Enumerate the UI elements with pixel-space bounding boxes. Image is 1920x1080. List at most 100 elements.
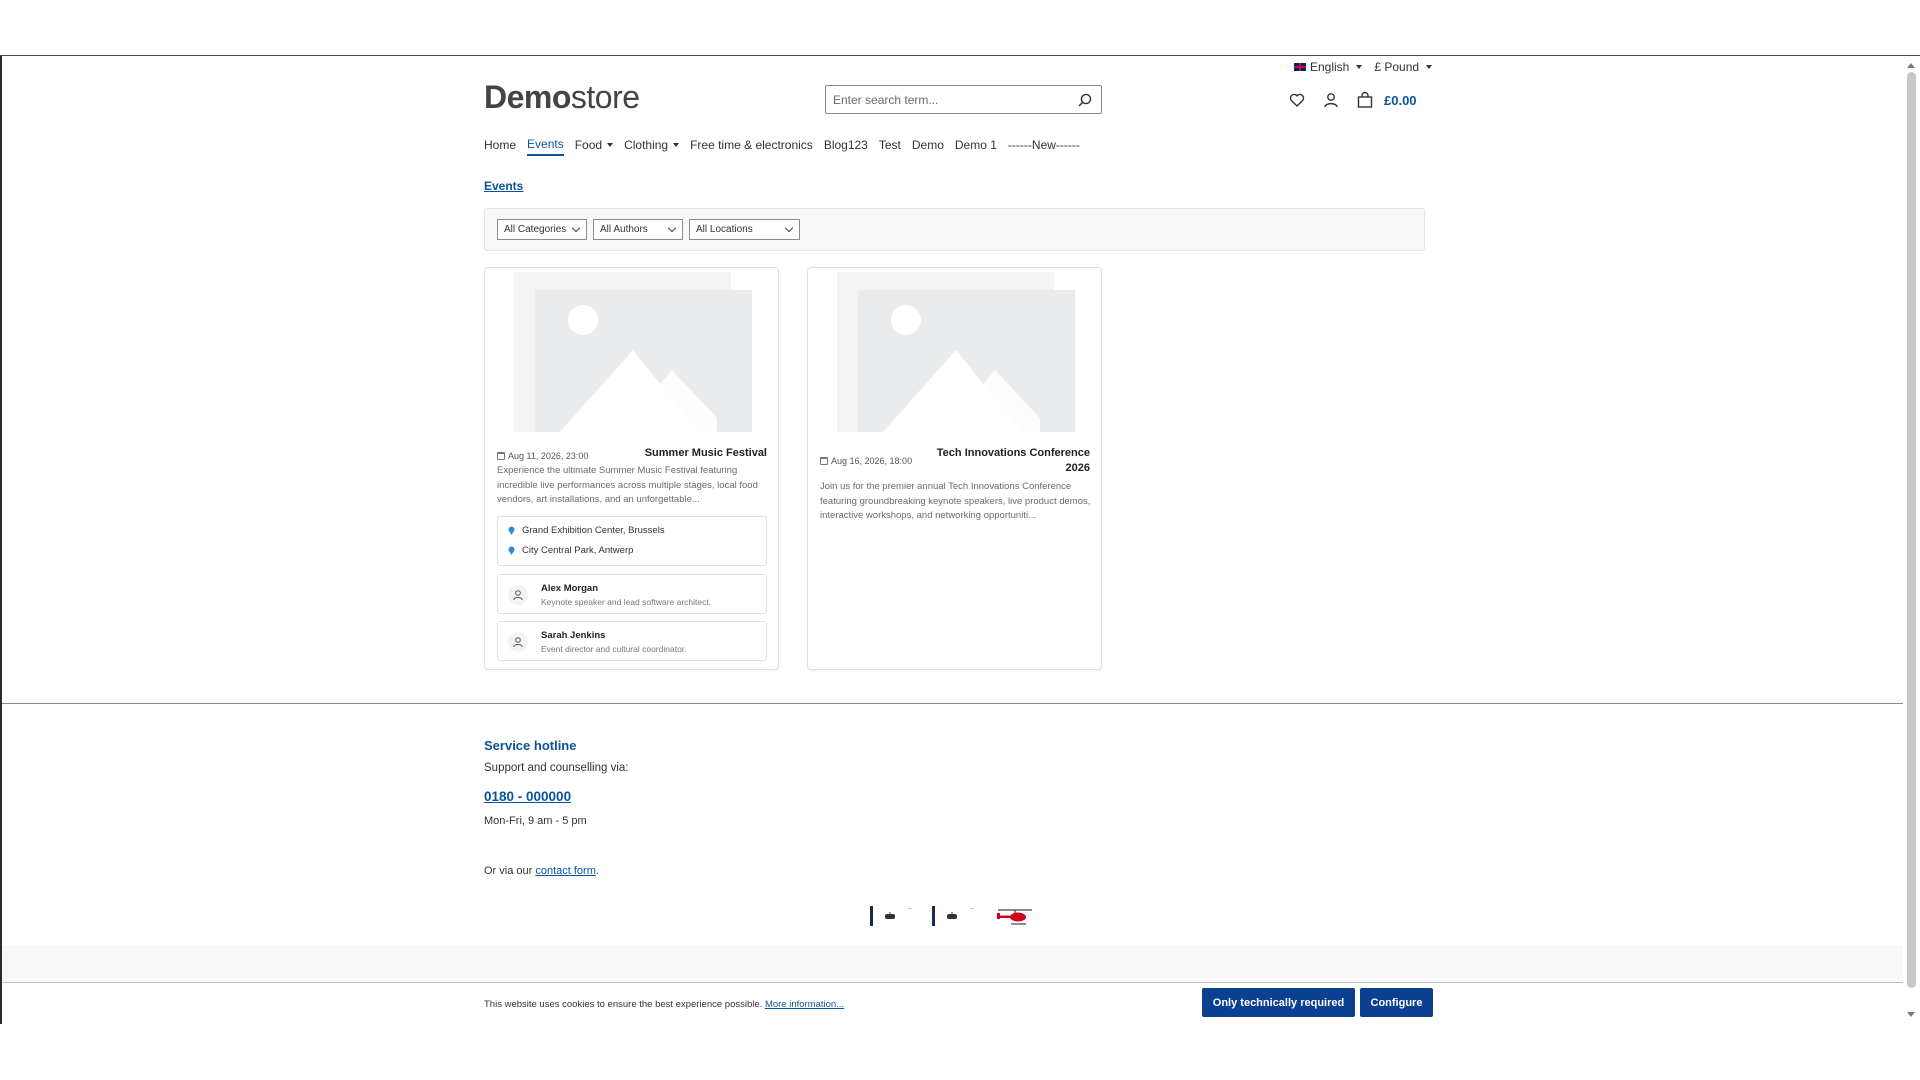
nav-item-test[interactable]: Test — [879, 137, 901, 156]
speaker-name: Sarah Jenkins — [541, 630, 606, 641]
speaker-name: Alex Morgan — [541, 583, 599, 594]
event-date-text: Aug 11, 2026, 23:00 — [508, 451, 589, 461]
filter-label: All Locations — [696, 224, 753, 235]
search-icon[interactable] — [1077, 92, 1093, 108]
nav-item-demo-1[interactable]: Demo 1 — [955, 137, 997, 156]
configure-button[interactable]: Configure — [1360, 988, 1433, 1017]
nav-item-label: Blog123 — [823, 138, 868, 152]
page: English £ Pound Demostore £0.00 — [2, 57, 1903, 1024]
nav-item-free-time-electronics[interactable]: Free time & electronics — [690, 137, 813, 156]
calendar-icon — [497, 452, 505, 460]
only-technically-required-button[interactable]: Only technically required — [1202, 988, 1355, 1017]
nav-item-food[interactable]: Food — [575, 137, 614, 156]
footer-bottom-bar — [2, 945, 1903, 982]
map-pin-icon — [508, 526, 515, 535]
event-description: Join us for the premier annual Tech Inno… — [820, 481, 1091, 521]
heart-icon[interactable] — [1288, 91, 1306, 109]
filter-locations[interactable]: All Locations — [689, 219, 800, 240]
contact-suffix: . — [595, 865, 599, 877]
speaker-card[interactable]: Alex Morgan Keynote speaker and lead sof… — [497, 574, 767, 614]
nav-item-new[interactable]: ------New------ — [1008, 137, 1080, 156]
location-name: City Central Park, Antwerp — [522, 545, 634, 556]
cookie-more-info-link[interactable]: More information... — [765, 999, 844, 1010]
user-icon — [513, 637, 523, 648]
image-placeholder-icon — [485, 268, 778, 432]
logo-bold: Demo — [484, 79, 571, 115]
nav-item-label: Demo 1 — [954, 138, 997, 152]
filter-label: All Authors — [600, 224, 648, 235]
location-name: Grand Exhibition Center, Brussels — [522, 525, 665, 536]
speaker-card[interactable]: Sarah Jenkins Event director and cultura… — [497, 621, 767, 661]
uk-flag-icon — [1294, 63, 1306, 71]
cookie-message: This website uses cookies to ensure the … — [484, 999, 844, 1010]
contact-line: Or via our contact form. — [484, 865, 599, 877]
event-location: City Central Park, Antwerp — [508, 545, 633, 556]
user-account-icon[interactable] — [1322, 91, 1340, 109]
top-bar: English £ Pound — [1294, 60, 1433, 74]
event-date: Aug 11, 2026, 23:00 — [497, 451, 588, 461]
speaker-role: Event director and cultural coordinator. — [541, 644, 687, 654]
language-dropdown[interactable]: English — [1294, 60, 1363, 74]
header-actions: £0.00 — [1288, 91, 1417, 109]
nav-item-events[interactable]: Events — [527, 137, 564, 156]
language-label: English — [1310, 60, 1350, 74]
scroll-down-icon[interactable] — [1907, 1012, 1915, 1017]
event-title[interactable]: Tech Innovations Conference 2026 — [930, 446, 1090, 476]
hotline-phone-link[interactable]: 0180 - 000000 — [484, 789, 571, 804]
user-icon — [513, 590, 523, 601]
payment-logo-icon — [868, 904, 914, 928]
nav-item-blog123[interactable]: Blog123 — [824, 137, 868, 156]
event-description: Experience the ultimate Summer Music Fes… — [497, 465, 758, 505]
event-locations: Grand Exhibition Center, Brussels City C… — [497, 516, 767, 566]
cart-total[interactable]: £0.00 — [1384, 93, 1417, 108]
payment-logos — [868, 904, 1038, 928]
filter-label: All Categories — [504, 224, 567, 235]
helicopter-logo-icon — [992, 904, 1038, 928]
hotline-hours: Mon-Fri, 9 am - 5 pm — [484, 815, 587, 827]
filter-bar: All Categories All Authors All Locations — [484, 208, 1425, 251]
service-hotline-title: Service hotline — [484, 738, 577, 753]
nav-item-clothing[interactable]: Clothing — [624, 137, 680, 156]
payment-logo-icon — [930, 904, 976, 928]
store-logo[interactable]: Demostore — [484, 79, 640, 116]
avatar — [508, 632, 528, 652]
nav-item-label: Home — [484, 138, 517, 152]
breadcrumb-events[interactable]: Events — [484, 179, 523, 193]
logo-regular: store — [570, 79, 640, 115]
scroll-thumb[interactable] — [1907, 72, 1916, 988]
contact-form-link[interactable]: contact form — [535, 865, 596, 877]
nav-item-label: Demo — [911, 138, 944, 152]
filter-categories[interactable]: All Categories — [497, 219, 587, 240]
service-hotline-subtitle: Support and counselling via: — [484, 762, 629, 774]
speaker-role: Keynote speaker and lead software archit… — [541, 597, 712, 607]
scroll-up-icon[interactable] — [1907, 63, 1915, 68]
event-card[interactable]: Aug 11, 2026, 23:00 Summer Music Festiva… — [484, 267, 779, 670]
nav-item-label: ------New------ — [1007, 138, 1080, 152]
event-location: Grand Exhibition Center, Brussels — [508, 525, 665, 536]
image-placeholder-icon — [808, 268, 1101, 432]
currency-dropdown[interactable]: £ Pound — [1374, 60, 1433, 74]
avatar — [508, 585, 528, 605]
cookie-text: This website uses cookies to ensure the … — [484, 999, 763, 1010]
caret-down-icon — [607, 143, 614, 147]
chevron-down-icon — [571, 223, 581, 233]
nav-item-label: Clothing — [624, 138, 669, 152]
vertical-scrollbar[interactable] — [1903, 56, 1920, 1024]
footer-divider — [2, 703, 1903, 704]
event-card[interactable]: Aug 16, 2026, 18:00 Tech Innovations Con… — [807, 267, 1102, 670]
chevron-down-icon — [667, 223, 677, 233]
map-pin-icon — [508, 546, 515, 555]
cookie-banner: This website uses cookies to ensure the … — [2, 982, 1903, 1024]
nav-item-home[interactable]: Home — [484, 137, 516, 156]
chevron-down-icon — [784, 223, 794, 233]
search-input[interactable] — [826, 86, 1066, 113]
shopping-bag-icon[interactable] — [1356, 91, 1374, 109]
event-date-text: Aug 16, 2026, 18:00 — [831, 456, 913, 466]
caret-down-icon — [1426, 65, 1433, 69]
nav-item-label: Events — [527, 137, 564, 151]
nav-item-demo[interactable]: Demo — [912, 137, 944, 156]
caret-down-icon — [673, 143, 680, 147]
event-title[interactable]: Summer Music Festival — [645, 446, 767, 461]
main-navigation: Home Events Food Clothing Free time & el… — [484, 137, 1080, 156]
filter-authors[interactable]: All Authors — [593, 219, 683, 240]
